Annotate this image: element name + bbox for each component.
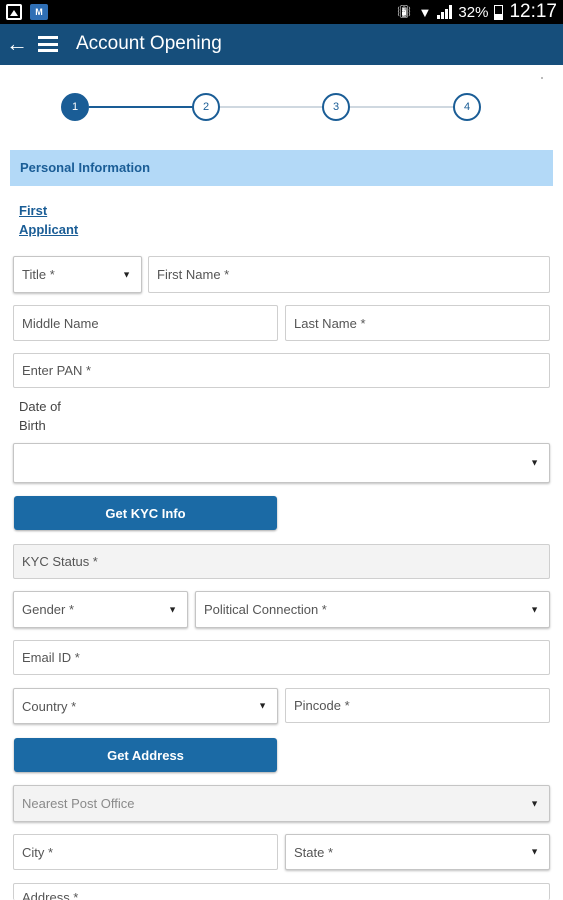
dropdown-caret-icon: ▼	[530, 798, 539, 808]
email-input[interactable]: Email ID *	[13, 640, 550, 675]
get-address-button[interactable]: Get Address	[14, 738, 277, 772]
middle-name-placeholder: Middle Name	[22, 315, 99, 331]
date-of-birth-label: Date of Birth	[19, 397, 89, 435]
kyc-status-placeholder: KYC Status *	[22, 554, 98, 569]
address-placeholder: Address *	[22, 890, 79, 900]
first-applicant-link[interactable]: First Applicant	[19, 201, 78, 239]
dropdown-caret-icon: ▼	[122, 269, 131, 279]
dropdown-caret-icon: ▼	[530, 604, 539, 614]
first-name-placeholder: First Name *	[157, 267, 230, 282]
wifi-icon: ▼	[418, 4, 432, 20]
step-2[interactable]: 2	[192, 93, 220, 121]
back-arrow-icon[interactable]: ←	[6, 32, 28, 56]
progress-stepper: 1 2 3 4	[0, 90, 563, 124]
step-3[interactable]: 3	[322, 93, 350, 121]
dropdown-caret-icon: ▼	[530, 457, 539, 468]
nearest-post-office-select[interactable]: Nearest Post Office ▼	[13, 785, 550, 822]
kyc-status-field: KYC Status *	[13, 544, 550, 579]
image-icon	[6, 4, 22, 20]
get-kyc-info-button[interactable]: Get KYC Info	[14, 496, 277, 530]
battery-icon	[494, 4, 504, 20]
step-4[interactable]: 4	[453, 93, 481, 121]
status-left-icons: M	[6, 4, 48, 20]
dropdown-caret-icon: ▼	[168, 604, 177, 614]
gender-select-value: Gender *	[22, 602, 75, 617]
title-select[interactable]: Title * ▼	[13, 256, 142, 293]
city-placeholder: City *	[22, 844, 54, 860]
date-of-birth-label-line2: Birth	[19, 418, 46, 433]
hamburger-menu-icon[interactable]	[38, 36, 58, 52]
country-select[interactable]: Country * ▼	[13, 688, 278, 724]
dropdown-caret-icon: ▼	[258, 700, 267, 711]
step-connector	[219, 106, 323, 108]
first-name-input[interactable]: First Name *	[148, 256, 550, 293]
app-bar: ← Account Opening	[0, 24, 563, 65]
title-select-value: Title *	[22, 267, 55, 282]
first-applicant-link-line2: Applicant	[19, 222, 79, 237]
city-input[interactable]: City *	[13, 834, 278, 870]
section-header-personal-information: Personal Information	[10, 150, 553, 186]
first-applicant-link-line1: First	[19, 203, 48, 218]
political-connection-select-value: Political Connection *	[204, 602, 327, 617]
last-name-input[interactable]: Last Name *	[285, 305, 550, 341]
last-name-placeholder: Last Name *	[294, 315, 366, 331]
country-select-value: Country *	[22, 698, 77, 714]
clock: 12:17	[509, 1, 557, 22]
dropdown-caret-icon: ▼	[530, 846, 539, 857]
date-of-birth-select[interactable]: ▼	[13, 443, 550, 483]
app-notification-icon: M	[30, 4, 48, 20]
signal-icon	[437, 5, 453, 19]
gender-select[interactable]: Gender * ▼	[13, 591, 188, 628]
page-title: Account Opening	[76, 33, 222, 54]
step-connector	[89, 106, 193, 108]
overflow-indicator	[541, 77, 543, 79]
political-connection-select[interactable]: Political Connection * ▼	[195, 591, 550, 628]
status-right-icons: 📳︎ ▼ 32% 12:17	[396, 0, 557, 24]
pincode-placeholder: Pincode *	[294, 698, 350, 713]
address-input[interactable]: Address *	[13, 883, 550, 900]
nearest-post-office-value: Nearest Post Office	[22, 796, 135, 811]
middle-name-input[interactable]: Middle Name	[13, 305, 278, 341]
vibrate-icon: 📳︎	[396, 4, 413, 19]
step-connector	[349, 106, 454, 108]
status-bar: M 📳︎ ▼ 32% 12:17	[0, 0, 563, 24]
date-of-birth-label-line1: Date of	[19, 399, 61, 414]
pan-input[interactable]: Enter PAN *	[13, 353, 550, 388]
pan-placeholder: Enter PAN *	[22, 363, 92, 378]
pincode-input[interactable]: Pincode *	[285, 688, 550, 723]
email-placeholder: Email ID *	[22, 650, 80, 665]
step-1[interactable]: 1	[61, 93, 89, 121]
state-select[interactable]: State * ▼	[285, 834, 550, 870]
state-select-value: State *	[294, 844, 334, 860]
battery-percent: 32%	[458, 3, 489, 21]
